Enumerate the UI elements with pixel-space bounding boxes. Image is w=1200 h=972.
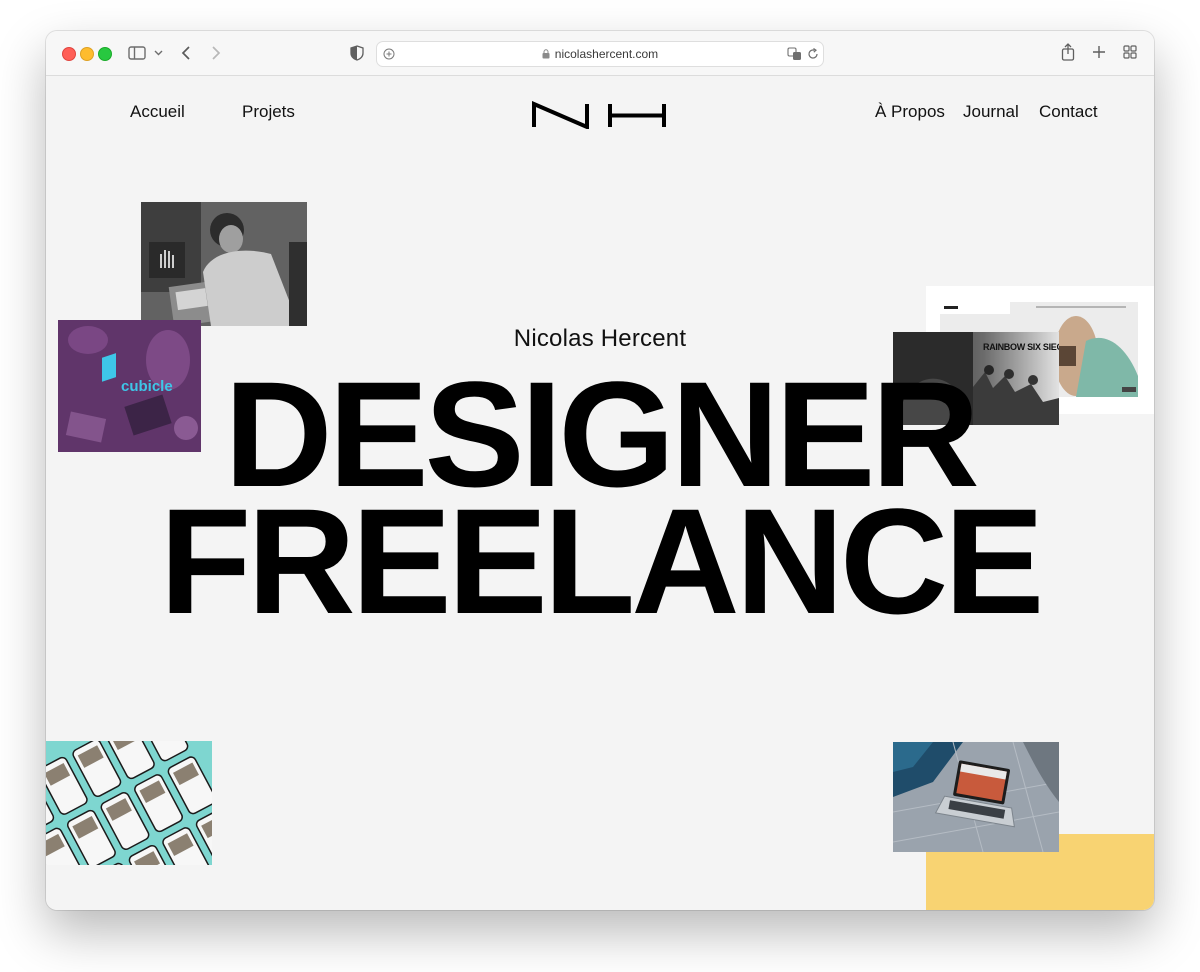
- hero-headline-line2: FREELANCE: [159, 477, 1045, 645]
- project-thumb-laptop[interactable]: [893, 742, 1059, 852]
- project-thumb-mobile-screens[interactable]: [46, 741, 212, 865]
- nav-home[interactable]: Accueil: [130, 102, 185, 122]
- nav-projects[interactable]: Projets: [242, 102, 295, 122]
- nav-contact[interactable]: Contact: [1039, 102, 1098, 122]
- desk-photo-image: [141, 202, 307, 326]
- address-bar[interactable]: nicolashercent.com: [376, 41, 824, 67]
- minimize-window-button[interactable]: [80, 47, 94, 61]
- nav-journal[interactable]: Journal: [963, 102, 1019, 122]
- hero-name: Nicolas Hercent: [513, 325, 687, 352]
- privacy-shield-icon[interactable]: [350, 45, 364, 61]
- nh-logo-icon: [532, 100, 666, 131]
- share-icon[interactable]: [1061, 43, 1075, 61]
- close-window-button[interactable]: [62, 47, 76, 61]
- url-text: nicolashercent.com: [554, 47, 659, 61]
- translate-icon[interactable]: [787, 47, 803, 61]
- mobile-screens-image: [46, 741, 212, 865]
- lock-icon: [542, 49, 550, 59]
- page-content: Accueil Projets NH À Propos Journal Cont…: [46, 76, 1154, 910]
- forward-icon[interactable]: [210, 45, 222, 61]
- laptop-photo-image: [893, 742, 1059, 852]
- reload-icon[interactable]: [807, 47, 819, 61]
- chevron-down-icon[interactable]: [154, 49, 163, 57]
- tab-overview-icon[interactable]: [1123, 45, 1137, 59]
- sidebar-icon[interactable]: [128, 45, 146, 61]
- url-display[interactable]: nicolashercent.com: [377, 42, 823, 66]
- back-icon[interactable]: [180, 45, 192, 61]
- zoom-window-button[interactable]: [98, 47, 112, 61]
- browser-window: nicolashercent.com Accueil Projets À Pro…: [46, 31, 1154, 910]
- browser-toolbar: nicolashercent.com: [46, 31, 1154, 76]
- project-thumb-desk-photo[interactable]: [141, 202, 307, 326]
- nav-about[interactable]: À Propos: [875, 102, 945, 122]
- site-logo[interactable]: NH: [532, 100, 668, 131]
- new-tab-icon[interactable]: [1092, 45, 1106, 59]
